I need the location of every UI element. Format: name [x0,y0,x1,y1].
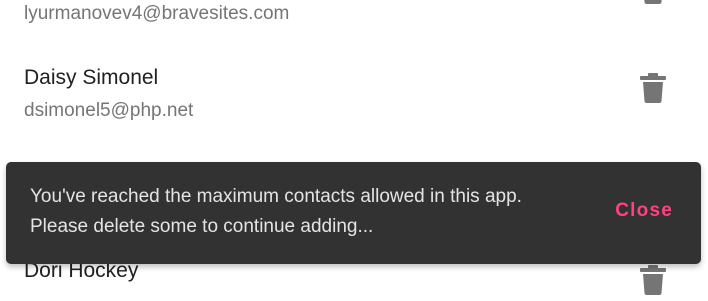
contact-name: Daisy Simonel [24,66,159,89]
trash-can-icon [644,0,662,4]
trash-can-icon [640,73,666,103]
contact-list-item[interactable]: Daisy Simonel dsimonel5@php.net [0,46,708,138]
max-contacts-snackbar: You've reached the maximum contacts allo… [6,162,701,264]
contact-email: dsimonel5@php.net [24,100,194,121]
contact-list-item[interactable]: lyurmanovev4@bravesites.com [0,0,708,46]
snackbar-message: You've reached the maximum contacts allo… [30,186,522,237]
delete-contact-button[interactable] [632,259,674,301]
delete-contact-button[interactable] [632,67,674,109]
contact-email: lyurmanovev4@bravesites.com [24,3,290,24]
close-button[interactable]: Close [601,194,687,228]
delete-contact-button[interactable] [632,0,674,10]
